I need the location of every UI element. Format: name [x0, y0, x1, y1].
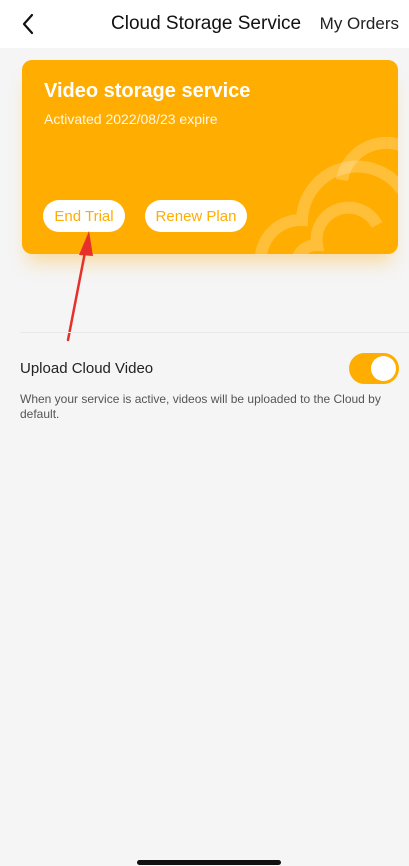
service-card: Video storage service Activated 2022/08/… [22, 60, 398, 254]
upload-cloud-video-toggle[interactable] [349, 353, 399, 384]
chevron-left-icon [22, 13, 34, 35]
my-orders-link[interactable]: My Orders [320, 14, 399, 34]
home-indicator [137, 860, 281, 865]
card-subtitle: Activated 2022/08/23 expire [44, 111, 218, 127]
page-title: Cloud Storage Service [111, 13, 302, 34]
header-bar: Cloud Storage Service My Orders [0, 0, 409, 48]
upload-cloud-video-description: When your service is active, videos will… [20, 392, 381, 421]
cloud-icon [255, 136, 398, 254]
toggle-knob [371, 356, 396, 381]
card-title: Video storage service [44, 80, 251, 102]
back-button[interactable] [12, 8, 44, 40]
upload-cloud-video-label: Upload Cloud Video [20, 360, 154, 377]
cloud-storage-screen: Cloud Storage Service My Orders Video st… [0, 0, 409, 866]
end-trial-button[interactable]: End Trial [43, 200, 125, 232]
renew-plan-button[interactable]: Renew Plan [145, 200, 247, 232]
section-divider [20, 332, 409, 333]
